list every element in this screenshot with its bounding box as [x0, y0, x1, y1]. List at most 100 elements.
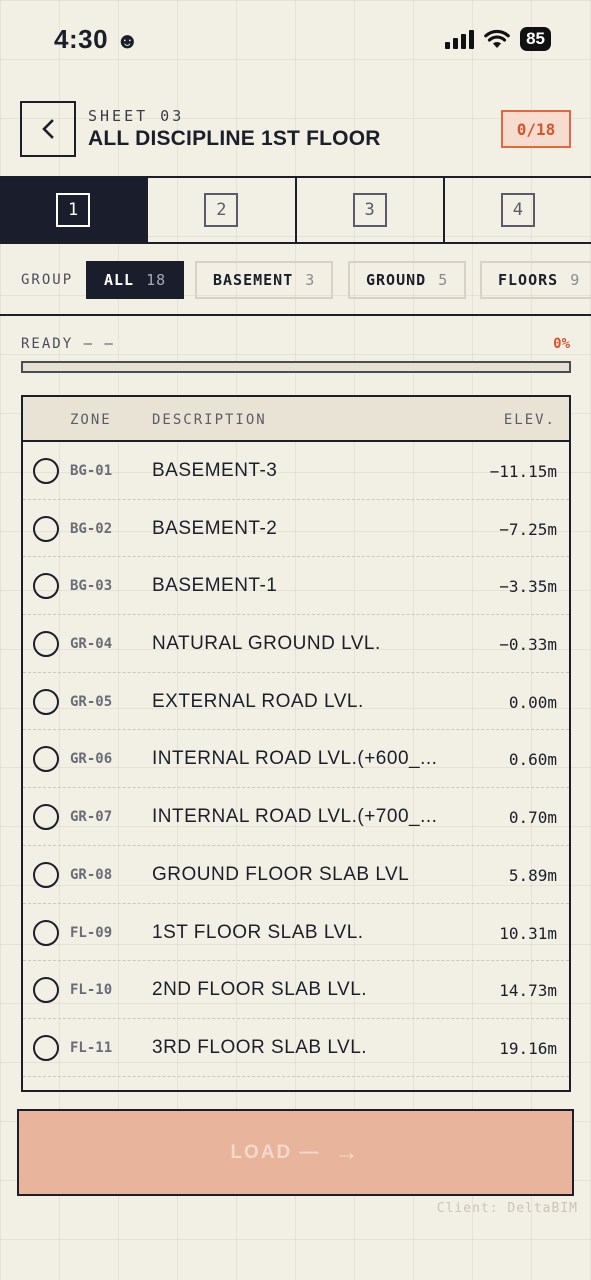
table-row[interactable]: FL-09 1ST FLOOR SLAB LVL. 10.31m [23, 904, 569, 962]
row-radio[interactable] [33, 631, 59, 658]
row-description: 3RD FLOOR SLAB LVL. [152, 1036, 368, 1058]
row-elevation: 0.70m [508, 808, 557, 828]
row-description: GROUND FLOOR SLAB LVL [152, 863, 410, 885]
row-radio[interactable] [33, 573, 59, 600]
row-zone: BG-01 [70, 463, 113, 479]
levels-table: ZONE DESCRIPTION ELEV. BG-01 BASEMENT-3 −1… [21, 395, 571, 1092]
status-bar: 4:30 ☻ 85 [0, 0, 591, 80]
row-radio[interactable] [33, 688, 59, 715]
column-header-description: DESCRIPTION [152, 412, 267, 428]
column-header-elevation: ELEV. [503, 412, 556, 428]
group-label: GROUP [21, 272, 74, 288]
row-radio[interactable] [33, 919, 59, 946]
level-tab-4[interactable]: 4 [445, 178, 591, 242]
table-row[interactable]: GR-06 INTERNAL ROAD LVL.(+600_... 0.60m [23, 730, 569, 789]
table-row[interactable]: BG-01 BASEMENT-3 −11.15m [23, 442, 569, 500]
chip-label: FLOORS [498, 271, 559, 289]
page-title: ALL DISCIPLINE 1ST FLOOR [88, 127, 381, 150]
chevron-left-icon [42, 119, 54, 139]
table-header: ZONE DESCRIPTION ELEV. [23, 397, 569, 442]
row-elevation: 5.89m [508, 865, 557, 885]
row-zone: FL-09 [70, 924, 113, 941]
table-row[interactable]: BG-03 BASEMENT-1 −3.35m [23, 557, 569, 616]
table-row[interactable]: GR-07 INTERNAL ROAD LVL.(+700_... 0.70m [23, 788, 569, 846]
row-radio[interactable] [33, 458, 59, 484]
row-elevation: 14.73m [499, 981, 557, 1001]
group-filter: GROUP ALL 18 BASEMENT 3 GROUND 5 FLOORS … [0, 258, 591, 304]
row-radio[interactable] [33, 1034, 59, 1061]
row-radio[interactable] [33, 861, 59, 888]
row-radio[interactable] [33, 804, 59, 831]
row-radio[interactable] [33, 746, 59, 773]
row-elevation: −7.25m [499, 519, 557, 539]
row-zone: GR-07 [70, 809, 113, 826]
progress-percent: 0% [553, 336, 570, 352]
row-zone: GR-04 [70, 636, 113, 653]
level-tab-label: 1 [56, 193, 91, 227]
level-tab-1[interactable]: 1 [0, 178, 149, 242]
sheet-label: SHEET 03 [88, 107, 185, 125]
table-row[interactable]: GR-05 EXTERNAL ROAD LVL. 0.00m [23, 673, 569, 731]
table-row[interactable]: FL-11 3RD FLOOR SLAB LVL. 19.16m [23, 1019, 569, 1077]
group-chip-ground[interactable]: GROUND 5 [348, 261, 467, 299]
chip-count: 9 [570, 271, 581, 289]
level-tab-label: 3 [352, 193, 387, 227]
group-chip-all[interactable]: ALL 18 [86, 261, 185, 299]
group-chip-floors[interactable]: FLOORS 9 [480, 261, 591, 299]
row-elevation: −0.33m [499, 635, 557, 655]
level-tab-label: 2 [204, 193, 239, 227]
row-elevation: −11.15m [489, 462, 557, 481]
row-elevation: 0.60m [508, 750, 557, 770]
table-row[interactable]: GR-04 NATURAL GROUND LVL. −0.33m [23, 615, 569, 673]
level-tabs: 1 2 3 4 [0, 176, 591, 244]
chip-label: ALL [104, 271, 135, 289]
table-row[interactable]: FL-10 2ND FLOOR SLAB LVL. 14.73m [23, 961, 569, 1019]
table-row[interactable]: GR-08 GROUND FLOOR SLAB LVL 5.89m [23, 846, 569, 904]
row-elevation: 10.31m [499, 923, 557, 943]
row-zone: BG-03 [70, 578, 113, 595]
chip-count: 18 [146, 271, 167, 289]
smiley-icon: ☻ [115, 28, 140, 53]
level-tab-3[interactable]: 3 [297, 178, 445, 242]
back-button[interactable] [20, 101, 76, 157]
row-radio[interactable] [33, 977, 59, 1004]
battery-indicator: 85 [520, 27, 551, 51]
status-icons: 85 [444, 27, 551, 51]
level-tab-label: 4 [500, 193, 535, 227]
row-description: INTERNAL ROAD LVL.(+700_... [152, 806, 438, 828]
row-zone: FL-10 [70, 982, 113, 999]
row-elevation: −3.35m [499, 577, 557, 597]
selection-count-badge: 0/18 [501, 110, 571, 148]
wifi-icon [484, 29, 510, 48]
row-zone: FL-11 [70, 1039, 113, 1056]
row-zone: BG-02 [70, 520, 113, 537]
row-description: NATURAL GROUND LVL. [152, 633, 381, 655]
chip-count: 5 [438, 271, 449, 289]
row-elevation: 0.00m [508, 692, 557, 712]
load-button[interactable]: LOAD — → [17, 1109, 574, 1196]
status-time: 4:30 ☻ [54, 24, 140, 54]
row-elevation: 19.16m [499, 1038, 557, 1058]
divider [0, 314, 591, 316]
arrow-right-icon: → [334, 1138, 361, 1166]
chip-count: 3 [305, 271, 316, 289]
header: SHEET 03 ALL DISCIPLINE 1ST FLOOR 0/18 [20, 101, 571, 159]
row-description: BASEMENT-2 [152, 517, 278, 539]
row-description: 2ND FLOOR SLAB LVL. [152, 979, 368, 1001]
column-header-zone: ZONE [70, 412, 112, 428]
client-label: Client: DeltaBIM [436, 1201, 578, 1216]
row-description: BASEMENT-3 [152, 460, 278, 481]
row-description: INTERNAL ROAD LVL.(+600_... [152, 748, 438, 770]
table-row[interactable]: BG-02 BASEMENT-2 −7.25m [23, 500, 569, 558]
row-description: EXTERNAL ROAD LVL. [152, 690, 364, 712]
chip-label: BASEMENT [213, 271, 294, 289]
row-zone: GR-05 [70, 693, 113, 710]
level-tab-2[interactable]: 2 [148, 178, 297, 242]
row-zone: GR-08 [70, 866, 113, 883]
signal-icon [445, 30, 475, 49]
row-description: 1ST FLOOR SLAB LVL. [152, 921, 364, 943]
row-radio[interactable] [33, 515, 59, 542]
group-chip-basement[interactable]: BASEMENT 3 [195, 261, 334, 299]
progress-bar [21, 361, 571, 373]
row-description: BASEMENT-1 [152, 575, 278, 597]
